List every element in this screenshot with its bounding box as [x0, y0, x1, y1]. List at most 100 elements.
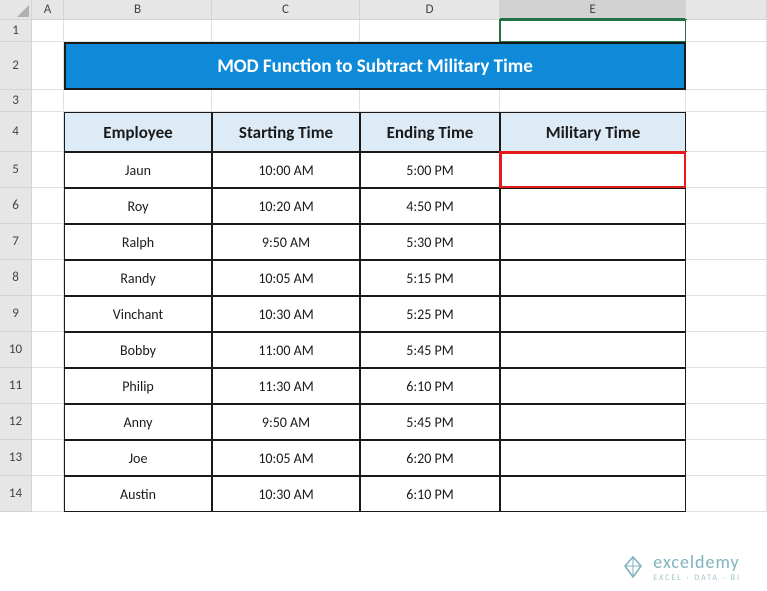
- cell-employee-6[interactable]: Philip: [64, 368, 212, 404]
- cell-military-8[interactable]: [500, 440, 686, 476]
- cell-employee-4[interactable]: Vinchant: [64, 296, 212, 332]
- cell-F5[interactable]: [686, 152, 767, 188]
- cell-F3[interactable]: [686, 90, 767, 112]
- cell-employee-8[interactable]: Joe: [64, 440, 212, 476]
- cell-A14[interactable]: [32, 476, 64, 512]
- cell-C1[interactable]: [212, 20, 360, 42]
- cell-start-4[interactable]: 10:30 AM: [212, 296, 360, 332]
- header-starting[interactable]: Starting Time: [212, 112, 360, 152]
- cell-A2[interactable]: [32, 42, 64, 90]
- cell-A9[interactable]: [32, 296, 64, 332]
- cell-employee-2[interactable]: Ralph: [64, 224, 212, 260]
- cell-F6[interactable]: [686, 188, 767, 224]
- row-header-3[interactable]: 3: [0, 90, 32, 112]
- cell-F14[interactable]: [686, 476, 767, 512]
- cell-A12[interactable]: [32, 404, 64, 440]
- col-header-blank[interactable]: [686, 0, 767, 20]
- cell-F13[interactable]: [686, 440, 767, 476]
- cell-F2[interactable]: [686, 42, 767, 90]
- cell-D3[interactable]: [360, 90, 500, 112]
- cell-A5[interactable]: [32, 152, 64, 188]
- cell-B3[interactable]: [64, 90, 212, 112]
- cell-A1[interactable]: [32, 20, 64, 42]
- cell-end-5[interactable]: 5:45 PM: [360, 332, 500, 368]
- cell-F1[interactable]: [686, 20, 767, 42]
- cell-F8[interactable]: [686, 260, 767, 296]
- cell-start-5[interactable]: 11:00 AM: [212, 332, 360, 368]
- cell-end-7[interactable]: 5:45 PM: [360, 404, 500, 440]
- cell-start-8[interactable]: 10:05 AM: [212, 440, 360, 476]
- cell-A6[interactable]: [32, 188, 64, 224]
- row-header-2[interactable]: 2: [0, 42, 32, 90]
- cell-end-9[interactable]: 6:10 PM: [360, 476, 500, 512]
- row-header-7[interactable]: 7: [0, 224, 32, 260]
- cell-end-1[interactable]: 4:50 PM: [360, 188, 500, 224]
- col-header-C[interactable]: C: [212, 0, 360, 20]
- cell-military-3[interactable]: [500, 260, 686, 296]
- cell-end-8[interactable]: 6:20 PM: [360, 440, 500, 476]
- cell-end-4[interactable]: 5:25 PM: [360, 296, 500, 332]
- row-header-9[interactable]: 9: [0, 296, 32, 332]
- col-header-D[interactable]: D: [360, 0, 500, 20]
- cell-military-6[interactable]: [500, 368, 686, 404]
- cell-end-3[interactable]: 5:15 PM: [360, 260, 500, 296]
- cell-end-6[interactable]: 6:10 PM: [360, 368, 500, 404]
- cell-end-0[interactable]: 5:00 PM: [360, 152, 500, 188]
- col-header-A[interactable]: A: [32, 0, 64, 20]
- cell-start-1[interactable]: 10:20 AM: [212, 188, 360, 224]
- cell-end-2[interactable]: 5:30 PM: [360, 224, 500, 260]
- row-header-13[interactable]: 13: [0, 440, 32, 476]
- cell-A3[interactable]: [32, 90, 64, 112]
- cell-F9[interactable]: [686, 296, 767, 332]
- cell-military-7[interactable]: [500, 404, 686, 440]
- cell-employee-1[interactable]: Roy: [64, 188, 212, 224]
- cell-F4[interactable]: [686, 112, 767, 152]
- title-cell[interactable]: MOD Function to Subtract Military Time: [64, 42, 686, 90]
- cell-employee-3[interactable]: Randy: [64, 260, 212, 296]
- cell-employee-7[interactable]: Anny: [64, 404, 212, 440]
- cell-C3[interactable]: [212, 90, 360, 112]
- row-header-14[interactable]: 14: [0, 476, 32, 512]
- cell-start-6[interactable]: 11:30 AM: [212, 368, 360, 404]
- cell-A10[interactable]: [32, 332, 64, 368]
- cell-F11[interactable]: [686, 368, 767, 404]
- cell-military-1[interactable]: [500, 188, 686, 224]
- cell-F7[interactable]: [686, 224, 767, 260]
- cell-employee-9[interactable]: Austin: [64, 476, 212, 512]
- cell-military-2[interactable]: [500, 224, 686, 260]
- cell-start-2[interactable]: 9:50 AM: [212, 224, 360, 260]
- cell-start-9[interactable]: 10:30 AM: [212, 476, 360, 512]
- cell-A11[interactable]: [32, 368, 64, 404]
- row-header-5[interactable]: 5: [0, 152, 32, 188]
- cell-military-0[interactable]: [500, 152, 686, 188]
- row-header-11[interactable]: 11: [0, 368, 32, 404]
- cell-B1[interactable]: [64, 20, 212, 42]
- cell-F10[interactable]: [686, 332, 767, 368]
- cell-start-0[interactable]: 10:00 AM: [212, 152, 360, 188]
- row-header-10[interactable]: 10: [0, 332, 32, 368]
- header-military[interactable]: Military Time: [500, 112, 686, 152]
- cell-employee-0[interactable]: Jaun: [64, 152, 212, 188]
- row-header-12[interactable]: 12: [0, 404, 32, 440]
- cell-A8[interactable]: [32, 260, 64, 296]
- cell-A4[interactable]: [32, 112, 64, 152]
- row-header-1[interactable]: 1: [0, 20, 32, 42]
- cell-start-3[interactable]: 10:05 AM: [212, 260, 360, 296]
- header-employee[interactable]: Employee: [64, 112, 212, 152]
- cell-D1[interactable]: [360, 20, 500, 42]
- cell-E1[interactable]: [500, 20, 686, 42]
- cell-A7[interactable]: [32, 224, 64, 260]
- row-header-6[interactable]: 6: [0, 188, 32, 224]
- cell-military-5[interactable]: [500, 332, 686, 368]
- select-all-corner[interactable]: [0, 0, 32, 20]
- cell-military-9[interactable]: [500, 476, 686, 512]
- cell-E3[interactable]: [500, 90, 686, 112]
- col-header-B[interactable]: B: [64, 0, 212, 20]
- row-header-4[interactable]: 4: [0, 112, 32, 152]
- cell-F12[interactable]: [686, 404, 767, 440]
- header-ending[interactable]: Ending Time: [360, 112, 500, 152]
- cell-A13[interactable]: [32, 440, 64, 476]
- cell-military-4[interactable]: [500, 296, 686, 332]
- row-header-8[interactable]: 8: [0, 260, 32, 296]
- cell-employee-5[interactable]: Bobby: [64, 332, 212, 368]
